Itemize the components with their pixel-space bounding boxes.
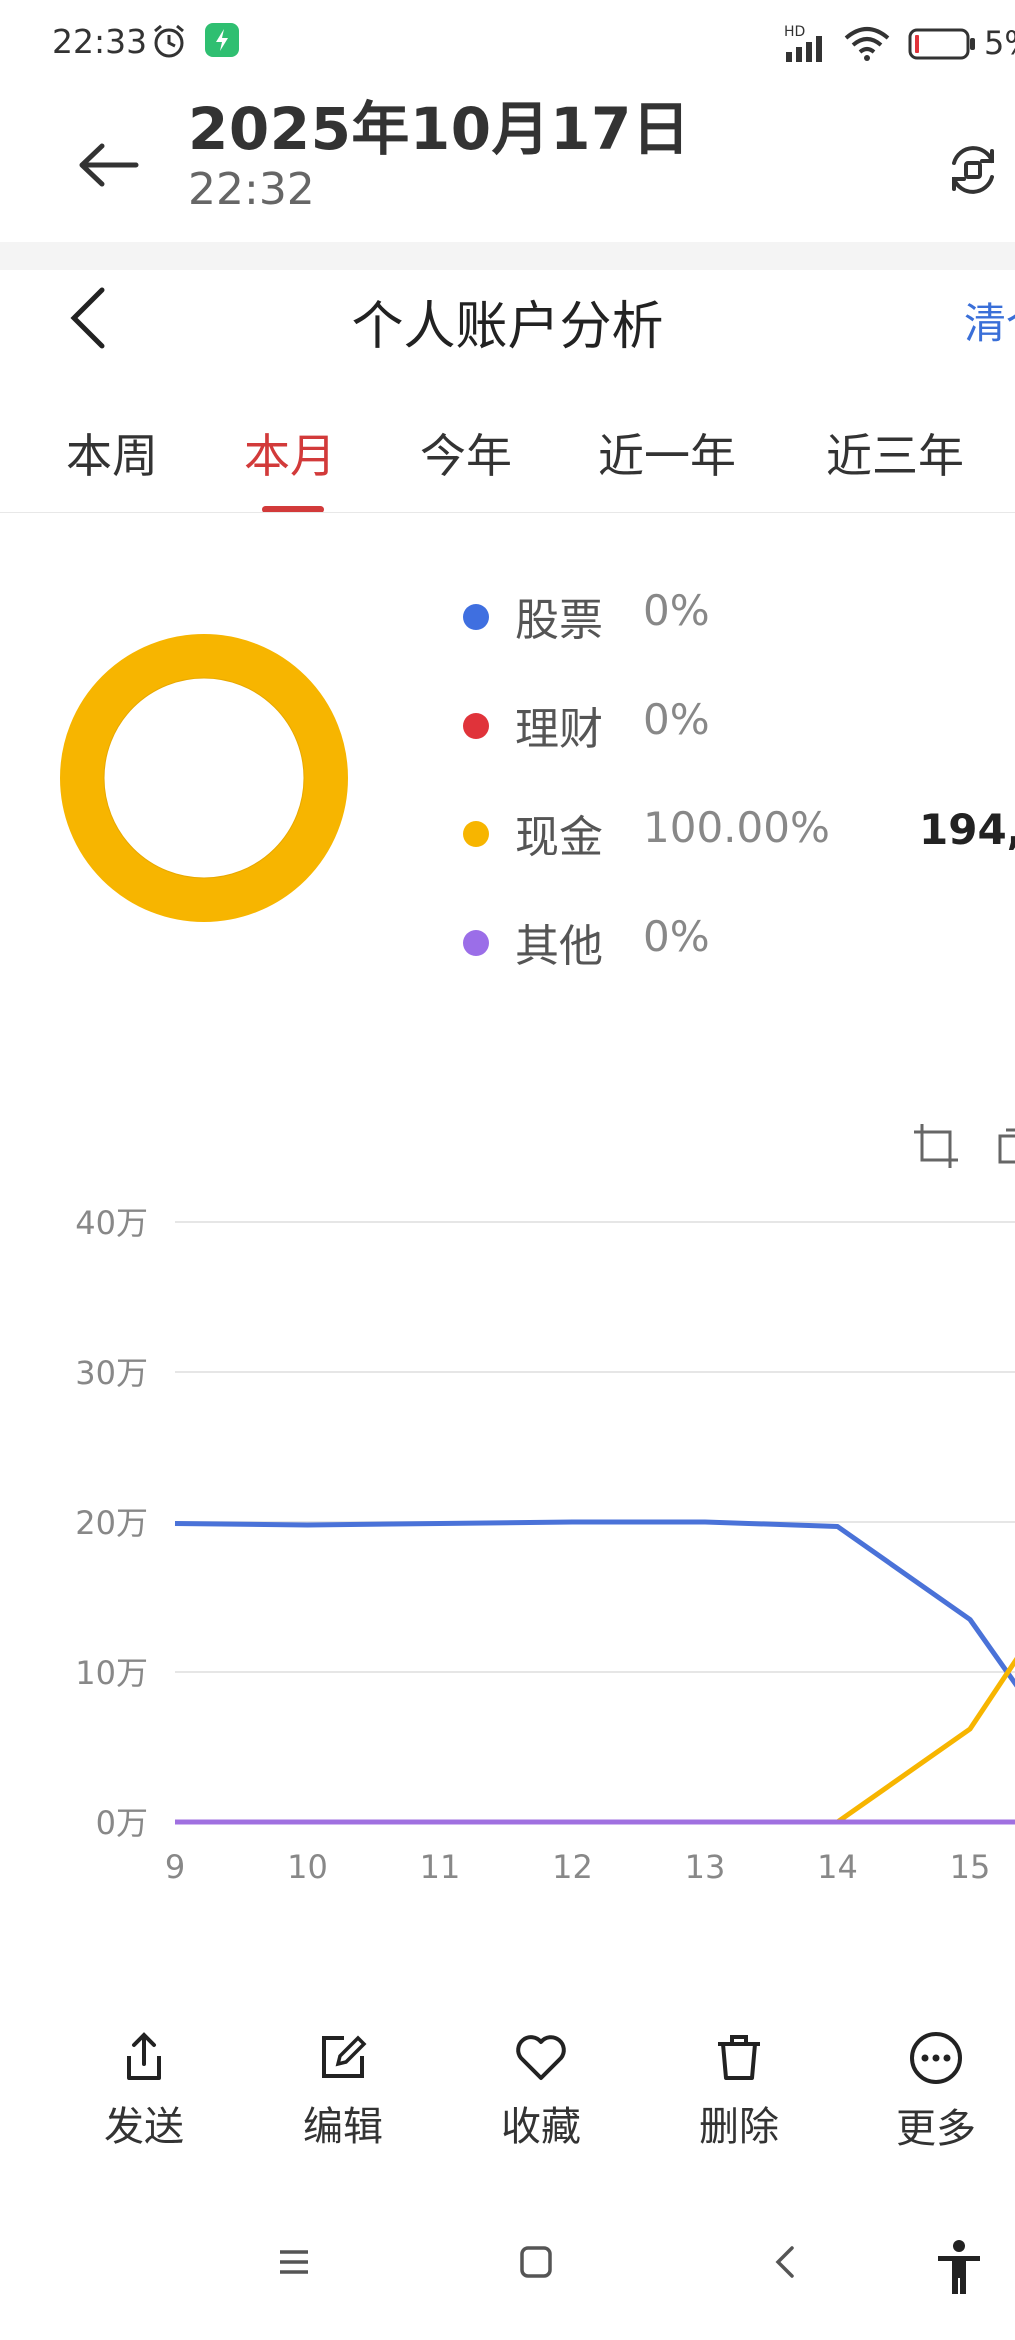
back-nav-icon[interactable] xyxy=(768,2244,804,2280)
more-icon xyxy=(910,2032,962,2084)
legend-name: 理财 xyxy=(515,704,603,755)
area-zoom-icon[interactable] xyxy=(912,1122,960,1170)
legend-percent: 0% xyxy=(643,586,710,635)
y-tick-label: 10万 xyxy=(75,1654,148,1692)
tab-this-week[interactable]: 本周 xyxy=(66,420,158,486)
page-title: 个人账户分析 xyxy=(351,297,664,357)
rotate-icon[interactable] xyxy=(944,141,1002,199)
accessibility-icon[interactable] xyxy=(936,2240,982,2296)
trash-icon xyxy=(718,2035,760,2080)
donut-inner-edge xyxy=(103,677,305,879)
x-tick-label: 13 xyxy=(685,1848,726,1886)
share-icon xyxy=(127,2032,161,2080)
donut-slice-cash[interactable] xyxy=(60,634,348,922)
status-time: 22:33 xyxy=(52,22,148,61)
tab-last-three-years[interactable]: 近三年 xyxy=(826,420,964,486)
header-divider xyxy=(0,242,1015,270)
legend-name: 现金 xyxy=(515,812,603,863)
y-tick-label: 0万 xyxy=(96,1804,148,1842)
security-app-icon xyxy=(205,23,239,57)
series-line-1[interactable] xyxy=(175,1650,1015,1825)
delete-button[interactable]: 删除 xyxy=(679,2030,799,2152)
other-dot xyxy=(463,930,489,956)
clear-link[interactable]: 清仓 xyxy=(964,290,1015,351)
wealth-dot xyxy=(463,713,489,739)
legend-percent: 0% xyxy=(643,695,710,744)
signal-icon xyxy=(786,36,822,62)
legend-name: 其他 xyxy=(515,921,603,972)
x-tick-label: 9 xyxy=(165,1848,185,1886)
tabs-divider xyxy=(0,512,1015,513)
series-line-0[interactable] xyxy=(174,1519,1015,1695)
screenshot-time: 22:32 xyxy=(188,164,315,215)
x-tick-label: 11 xyxy=(420,1848,461,1886)
menu-nav-icon[interactable] xyxy=(276,2244,312,2280)
x-tick-label: 12 xyxy=(552,1848,593,1886)
status-bar: 22:33 HD 5% xyxy=(0,0,1015,80)
legend-amount: 194,7 xyxy=(919,805,1015,854)
cash-dot xyxy=(463,821,489,847)
screenshot-date: 2025年10月17日 xyxy=(188,95,691,163)
action-label: 更多 xyxy=(896,2106,976,2152)
restore-icon[interactable] xyxy=(992,1122,1015,1170)
action-label: 发送 xyxy=(104,2104,184,2150)
heart-icon xyxy=(516,2035,566,2080)
edit-button[interactable]: 编辑 xyxy=(283,2030,403,2152)
wifi-icon xyxy=(844,27,890,61)
edit-icon xyxy=(322,2035,367,2078)
legend-percent: 100.00% xyxy=(643,803,830,852)
y-tick-label: 20万 xyxy=(75,1504,148,1542)
asset-line-chart[interactable]: 0万10万20万30万40万 9101112131415 ||| xyxy=(0,1180,1015,1920)
alarm-icon xyxy=(154,24,184,58)
x-tick-label: 10 xyxy=(287,1848,328,1886)
favorite-button[interactable]: 收藏 xyxy=(481,2030,601,2152)
action-label: 删除 xyxy=(699,2104,779,2150)
y-tick-label: 30万 xyxy=(75,1354,148,1392)
back-arrow-icon[interactable] xyxy=(78,140,140,190)
tab-this-month[interactable]: 本月 xyxy=(244,420,336,486)
legend-name: 股票 xyxy=(515,595,603,646)
allocation-donut[interactable] xyxy=(58,632,350,924)
home-nav-icon[interactable] xyxy=(518,2244,554,2280)
send-button[interactable]: 发送 xyxy=(84,2030,204,2152)
x-tick-label: 15 xyxy=(950,1848,991,1886)
action-label: 编辑 xyxy=(303,2104,383,2150)
action-label: 收藏 xyxy=(501,2104,581,2150)
legend-percent: 0% xyxy=(643,912,710,961)
tab-this-year[interactable]: 今年 xyxy=(420,420,512,486)
battery-icon xyxy=(908,28,975,60)
more-button[interactable]: 更多 xyxy=(876,2030,996,2154)
tab-last-year[interactable]: 近一年 xyxy=(598,420,736,486)
battery-percent: 5% xyxy=(984,24,1015,62)
x-tick-label: 14 xyxy=(817,1848,858,1886)
y-tick-label: 40万 xyxy=(75,1204,148,1242)
stock-dot xyxy=(463,604,489,630)
